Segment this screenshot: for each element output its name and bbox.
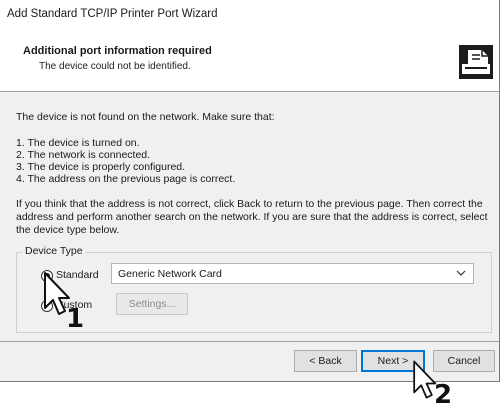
- back-button[interactable]: < Back: [294, 350, 357, 372]
- wizard-header: Additional port information required The…: [0, 30, 499, 92]
- checklist-item: 4. The address on the previous page is c…: [16, 173, 236, 185]
- window-title: Add Standard TCP/IP Printer Port Wizard: [7, 8, 218, 20]
- header-subtitle: The device could not be identified.: [39, 61, 191, 72]
- printer-wizard-icon: [458, 44, 494, 80]
- title-bar: Add Standard TCP/IP Printer Port Wizard: [0, 0, 499, 30]
- header-title: Additional port information required: [23, 45, 212, 57]
- cancel-button[interactable]: Cancel: [433, 350, 495, 372]
- advice-text: If you think that the address is not cor…: [16, 198, 488, 236]
- device-type-legend: Device Type: [22, 245, 86, 257]
- callout-number-1: 1: [66, 304, 85, 334]
- intro-text: The device is not found on the network. …: [16, 111, 275, 123]
- callout-number-2: 2: [434, 380, 453, 408]
- settings-button[interactable]: Settings...: [116, 293, 188, 315]
- footer-separator: [0, 341, 499, 342]
- device-type-select-value: Generic Network Card: [118, 268, 222, 280]
- device-type-select[interactable]: Generic Network Card: [111, 263, 474, 284]
- chevron-down-icon: [456, 270, 466, 276]
